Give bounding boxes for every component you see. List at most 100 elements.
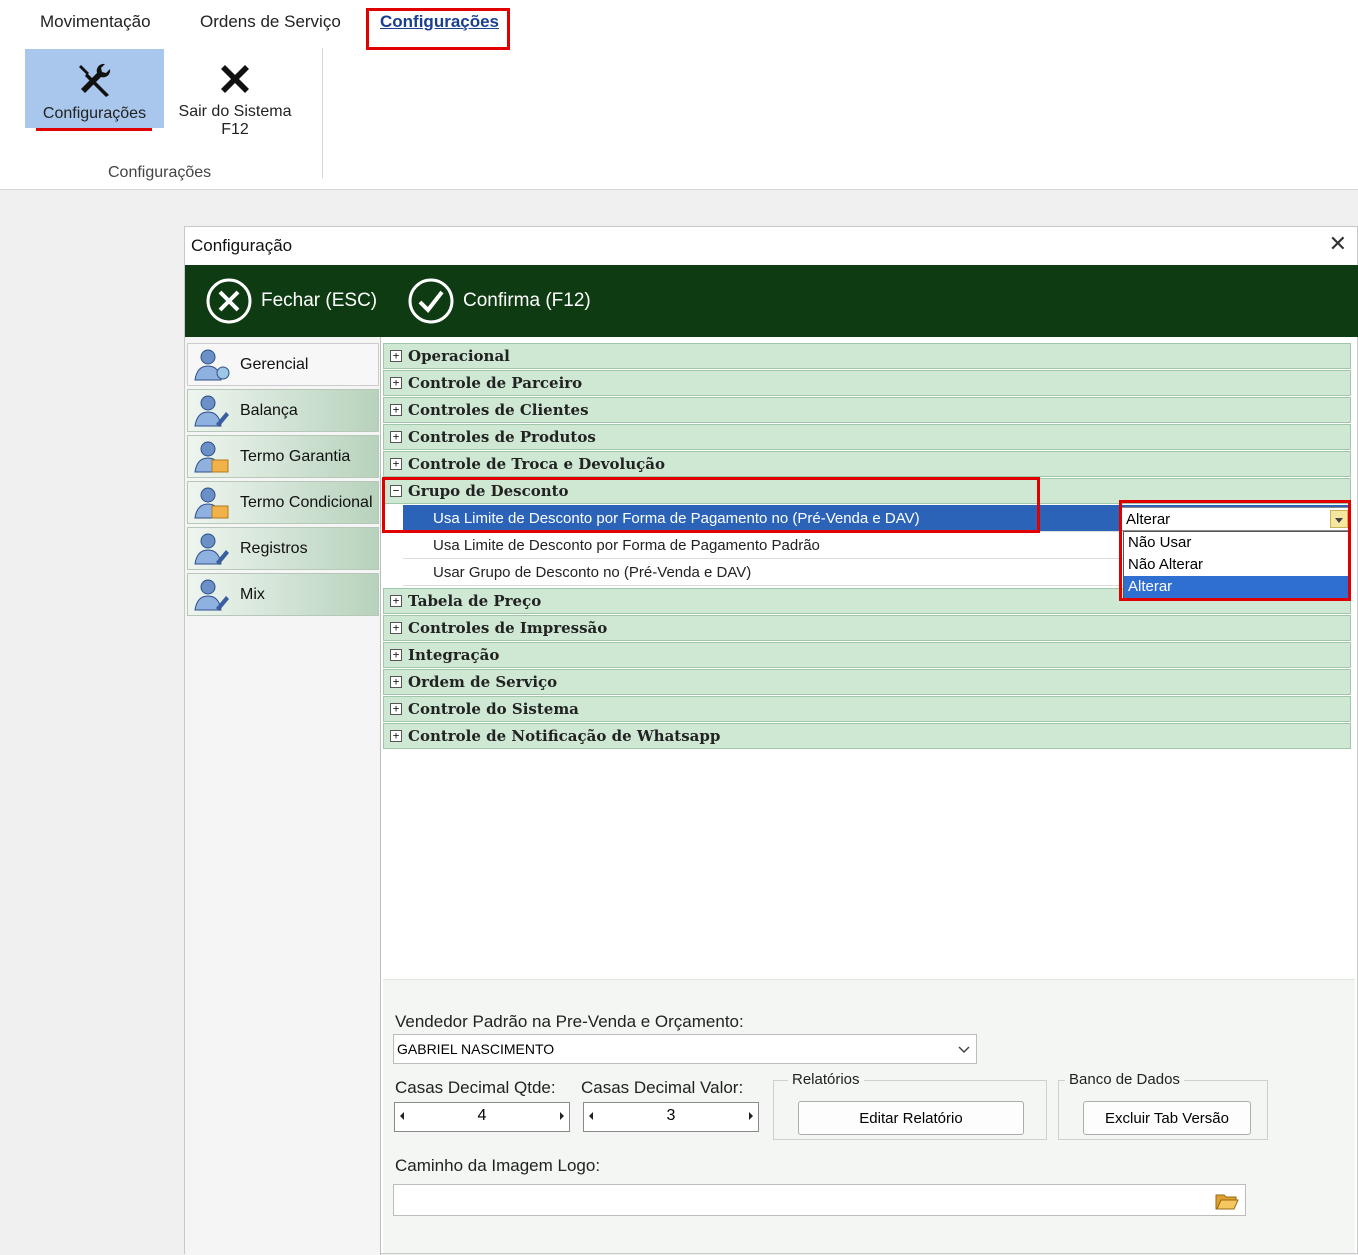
expand-icon[interactable]: + — [390, 431, 402, 443]
side-tab-label: Mix — [240, 585, 265, 603]
tree-group-grupo-de-desconto[interactable]: − Grupo de Desconto — [383, 478, 1351, 504]
dropdown-option-nao-usar[interactable]: Não Usar — [1124, 532, 1348, 554]
user-folder-icon — [194, 441, 229, 472]
ribbon-separator — [322, 48, 323, 178]
editar-relatorio-button[interactable]: Editar Relatório — [798, 1101, 1024, 1135]
dropdown-option-nao-alterar[interactable]: Não Alterar — [1124, 554, 1348, 576]
tree-group-label: Controle do Sistema — [408, 700, 579, 718]
casas-qtde-value: 4 — [477, 1107, 487, 1124]
chevron-down-icon — [958, 1046, 970, 1054]
confirma-label: Confirma (F12) — [463, 290, 591, 311]
configuracoes-button-label: Configurações — [42, 105, 147, 122]
tree-group-label: Controle de Notificação de Whatsapp — [408, 727, 721, 745]
highlight-underline — [36, 128, 152, 131]
tab-movimentacao[interactable]: Movimentação — [40, 12, 151, 32]
casas-valor-label: Casas Decimal Valor: — [581, 1078, 744, 1097]
expand-icon[interactable]: + — [390, 350, 402, 362]
tree-group-controle-do-sistema[interactable]: + Controle do Sistema — [383, 696, 1351, 722]
tree-group-controle-de-troca[interactable]: + Controle de Troca e Devolução — [383, 451, 1351, 477]
tree-group-integracao[interactable]: + Integração — [383, 642, 1351, 668]
vendedor-label: Vendedor Padrão na Pre-Venda e Orçamento… — [395, 1012, 744, 1031]
tree-group-label: Operacional — [408, 347, 510, 365]
config-tree: + Operacional + Controle de Parceiro + C… — [383, 343, 1353, 979]
side-tab-label: Balança — [240, 401, 298, 419]
side-tab-termo-garantia[interactable]: Termo Garantia — [187, 435, 379, 478]
folder-open-icon[interactable] — [1215, 1191, 1239, 1211]
dialog-toolbar: Fechar (ESC) Confirma (F12) — [185, 265, 1358, 337]
tools-icon — [78, 63, 110, 97]
tree-group-label: Tabela de Preço — [408, 592, 542, 610]
dialog-close-button[interactable]: ✕ — [1329, 231, 1347, 257]
tree-group-label: Grupo de Desconto — [408, 482, 569, 500]
fechar-button[interactable]: Fechar (ESC) — [205, 277, 377, 325]
tree-group-operacional[interactable]: + Operacional — [383, 343, 1351, 369]
expand-icon[interactable]: + — [390, 377, 402, 389]
side-tab-label: Termo Condicional — [240, 493, 373, 511]
casas-qtde-label: Casas Decimal Qtde: — [395, 1078, 556, 1097]
tree-group-label: Controle de Parceiro — [408, 374, 583, 392]
tree-group-controles-de-produtos[interactable]: + Controles de Produtos — [383, 424, 1351, 450]
banco-de-dados-group: Banco de Dados Excluir Tab Versão — [1058, 1071, 1268, 1140]
sair-do-sistema-shortcut: F12 — [221, 121, 249, 138]
logo-path-input[interactable] — [393, 1184, 1246, 1216]
dropdown-option-alterar[interactable]: Alterar — [1124, 576, 1348, 598]
tree-group-label: Integração — [408, 646, 500, 664]
sair-do-sistema-label: Sair do Sistema — [178, 103, 292, 120]
check-circle-icon — [408, 278, 454, 324]
side-tab-mix[interactable]: Mix — [187, 573, 379, 616]
expand-icon[interactable]: + — [390, 703, 402, 715]
excluir-tab-versao-button[interactable]: Excluir Tab Versão — [1083, 1101, 1251, 1135]
bottom-panel: Vendedor Padrão na Pre-Venda e Orçamento… — [383, 979, 1355, 1253]
expand-icon[interactable]: + — [390, 404, 402, 416]
configuracoes-button[interactable]: Configurações — [25, 49, 164, 128]
ribbon-group-label: Configurações — [108, 164, 212, 181]
value-combobox[interactable]: Alterar — [1121, 507, 1351, 531]
user-folder-icon — [194, 487, 229, 518]
side-tab-label: Registros — [240, 539, 308, 557]
spin-right-icon[interactable] — [560, 1112, 564, 1120]
banco-legend: Banco de Dados — [1065, 1071, 1184, 1088]
sair-do-sistema-button[interactable]: Sair do Sistema F12 — [170, 49, 300, 159]
tab-ordens-de-servico[interactable]: Ordens de Serviço — [200, 12, 341, 32]
combobox-value: Alterar — [1126, 510, 1171, 528]
expand-icon[interactable]: + — [390, 649, 402, 661]
collapse-icon[interactable]: − — [390, 485, 402, 497]
tree-group-label: Controles de Clientes — [408, 401, 589, 419]
close-circle-icon — [206, 278, 252, 324]
side-tab-balanca[interactable]: Balança — [187, 389, 379, 432]
fechar-label: Fechar (ESC) — [261, 290, 378, 311]
tree-group-ordem-de-servico[interactable]: + Ordem de Serviço — [383, 669, 1351, 695]
combobox-dropdown: Não Usar Não Alterar Alterar — [1123, 531, 1349, 599]
tree-item-label: Usa Limite de Desconto por Forma de Paga… — [433, 509, 920, 527]
expand-icon[interactable]: + — [390, 676, 402, 688]
casas-valor-value: 3 — [666, 1107, 676, 1124]
expand-icon[interactable]: + — [390, 595, 402, 607]
ribbon: Movimentação Ordens de Serviço Configura… — [0, 0, 1358, 190]
close-x-icon — [221, 65, 249, 93]
spin-right-icon[interactable] — [749, 1112, 753, 1120]
tree-group-label: Controles de Impressão — [408, 619, 608, 637]
casas-valor-spinner[interactable]: 3 — [583, 1102, 759, 1132]
expand-icon[interactable]: + — [390, 458, 402, 470]
expand-icon[interactable]: + — [390, 730, 402, 742]
casas-qtde-spinner[interactable]: 4 — [394, 1102, 570, 1132]
expand-icon[interactable]: + — [390, 622, 402, 634]
side-tab-termo-condicional[interactable]: Termo Condicional — [187, 481, 379, 524]
side-tab-registros[interactable]: Registros — [187, 527, 379, 570]
side-tab-label: Gerencial — [240, 355, 309, 373]
side-tab-label: Termo Garantia — [240, 447, 351, 465]
vendedor-select[interactable]: GABRIEL NASCIMENTO — [393, 1034, 977, 1064]
vendedor-value: GABRIEL NASCIMENTO — [397, 1041, 555, 1057]
tree-group-controle-de-parceiro[interactable]: + Controle de Parceiro — [383, 370, 1351, 396]
logo-path-label: Caminho da Imagem Logo: — [395, 1156, 601, 1175]
side-tab-gerencial[interactable]: Gerencial — [187, 343, 379, 386]
tree-group-controles-de-clientes[interactable]: + Controles de Clientes — [383, 397, 1351, 423]
tree-group-label: Ordem de Serviço — [408, 673, 558, 691]
dialog-title: Configuração — [191, 236, 293, 255]
tree-group-controles-de-impressao[interactable]: + Controles de Impressão — [383, 615, 1351, 641]
relatorios-legend: Relatórios — [788, 1071, 864, 1088]
tree-group-notificacao-whatsapp[interactable]: + Controle de Notificação de Whatsapp — [383, 723, 1351, 749]
confirma-button[interactable]: Confirma (F12) — [407, 277, 591, 325]
tab-configuracoes[interactable]: Configurações — [380, 12, 499, 32]
chevron-down-icon[interactable] — [1330, 510, 1348, 528]
